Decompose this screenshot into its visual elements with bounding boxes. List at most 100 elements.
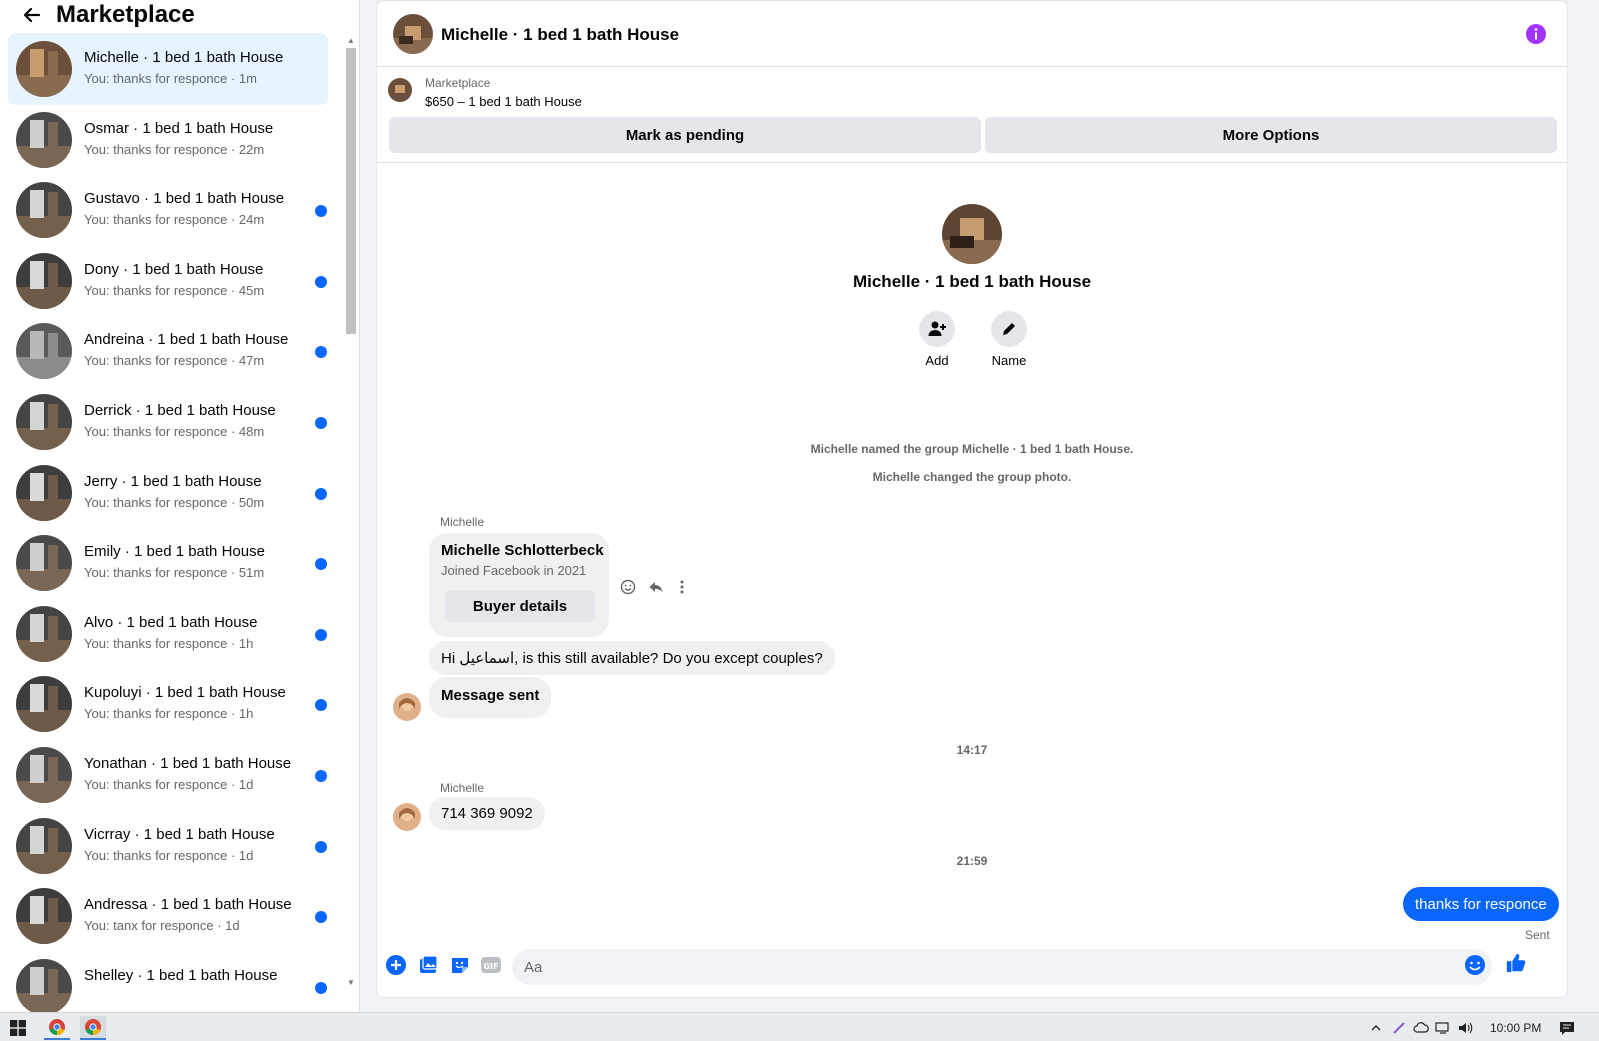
pencil-icon <box>1003 323 1015 335</box>
sticker-icon <box>452 958 468 973</box>
emoji-button[interactable] <box>1464 954 1486 976</box>
group-name: Michelle · 1 bed 1 bath House <box>852 272 1092 291</box>
more-actions-button[interactable] <box>672 577 692 597</box>
conversation-preview: You: thanks for responce · 50m <box>84 495 265 510</box>
unread-dot <box>315 629 327 641</box>
notification-icon <box>1560 1022 1574 1035</box>
conversation-item[interactable]: Emily · 1 bed 1 bath House You: thanks fo… <box>8 527 328 599</box>
photo-icon <box>420 955 438 973</box>
reply-button[interactable] <box>646 577 666 597</box>
plus-circle-icon <box>386 955 406 975</box>
message-sent-bubble[interactable]: Message sent <box>429 677 552 718</box>
taskbar-chrome-1[interactable] <box>44 1016 70 1040</box>
buyer-name[interactable]: Michelle Schlotterbeck <box>441 542 604 559</box>
message-input[interactable] <box>512 949 1492 985</box>
unread-dot <box>315 205 327 217</box>
taskbar-clock[interactable]: 10:00 PM <box>1490 1021 1541 1035</box>
network-icon[interactable] <box>1434 1016 1452 1040</box>
conversation-item[interactable]: Michelle · 1 bed 1 bath House You: thanks… <box>8 33 328 105</box>
conversation-avatar <box>16 888 72 944</box>
cloud-sync-icon[interactable] <box>1412 1016 1430 1040</box>
listing-title[interactable]: $650 – 1 bed 1 bath House <box>425 94 582 109</box>
like-button[interactable] <box>1505 952 1527 974</box>
conversation-avatar <box>16 394 72 450</box>
conversation-item[interactable]: Andreina · 1 bed 1 bath House You: thanks… <box>8 315 328 387</box>
conversation-item[interactable]: Derrick · 1 bed 1 bath House You: thanks … <box>8 386 328 458</box>
listing-thumbnail[interactable] <box>388 78 412 102</box>
message-bubble[interactable]: 714 369 9092 <box>429 797 545 830</box>
scroll-up-arrow-icon[interactable]: ▲ <box>346 36 356 46</box>
arrow-left-icon <box>23 7 41 23</box>
buyer-profile-card: Michelle Schlotterbeck Joined Facebook i… <box>429 533 609 637</box>
conversation-item[interactable]: Kupoluyi · 1 bed 1 bath House You: thanks… <box>8 668 328 740</box>
sender-avatar[interactable] <box>393 803 421 831</box>
gif-button[interactable]: GIF <box>480 954 502 976</box>
tray-expand-icon[interactable] <box>1368 1016 1384 1040</box>
conversation-preview: You: thanks for responce · 24m <box>84 212 265 227</box>
unread-dot <box>315 911 327 923</box>
more-vertical-icon <box>680 580 684 594</box>
conversation-name: Jerry · 1 bed 1 bath House <box>84 473 262 490</box>
conversation-avatar <box>16 182 72 238</box>
conversation-preview: You: thanks for responce · 47m <box>84 353 265 368</box>
add-person-icon <box>928 321 946 336</box>
taskbar-chrome-2[interactable] <box>80 1016 106 1040</box>
chat-avatar[interactable] <box>393 14 433 54</box>
conversation-item[interactable]: Gustavo · 1 bed 1 bath House You: thanks … <box>8 174 328 246</box>
own-message-bubble[interactable]: thanks for responce <box>1403 887 1559 921</box>
notifications-button[interactable] <box>1556 1016 1578 1040</box>
conversation-item[interactable]: Vicrray · 1 bed 1 bath House You: thanks … <box>8 810 328 882</box>
conversation-preview: You: thanks for responce · 1m <box>84 71 257 86</box>
name-label: Name <box>991 353 1027 368</box>
sender-avatar[interactable] <box>393 693 421 721</box>
reply-icon <box>649 582 663 593</box>
start-button[interactable] <box>6 1016 30 1040</box>
system-message: Michelle changed the group photo. <box>872 470 1072 484</box>
conversation-preview: You: thanks for responce · 22m <box>84 142 265 157</box>
scrollbar-thumb[interactable] <box>346 48 356 334</box>
conversation-item[interactable]: Alvo · 1 bed 1 bath House You: thanks for… <box>8 598 328 670</box>
message-composer: GIF <box>377 941 1567 993</box>
more-options-button[interactable]: More Options <box>985 117 1557 153</box>
conversation-name: Osmar · 1 bed 1 bath House <box>84 120 274 137</box>
conversation-preview: You: thanks for responce · 48m <box>84 424 265 439</box>
sidebar-scrollbar[interactable]: ▲ ▼ <box>344 34 358 1012</box>
pen-tray-icon[interactable] <box>1390 1016 1408 1040</box>
conversation-preview: You: thanks for responce · 45m <box>84 283 265 298</box>
mark-as-pending-button[interactable]: Mark as pending <box>389 117 981 153</box>
add-people-button[interactable]: Add <box>897 311 977 368</box>
chrome-icon <box>85 1019 101 1036</box>
sidebar-title: Marketplace <box>56 1 195 28</box>
sticker-button[interactable] <box>449 954 471 976</box>
chat-header: Michelle · 1 bed 1 bath House <box>377 1 1567 67</box>
volume-icon[interactable] <box>1456 1016 1474 1040</box>
message-status: Sent <box>1525 928 1550 942</box>
back-button[interactable] <box>14 1 50 29</box>
conversation-name: Andreina · 1 bed 1 bath House <box>84 331 289 348</box>
chat-title[interactable]: Michelle · 1 bed 1 bath House <box>441 25 679 45</box>
conversation-item[interactable]: Andressa · 1 bed 1 bath House You: tanx f… <box>8 880 328 952</box>
conversation-avatar <box>16 676 72 732</box>
attach-photo-button[interactable] <box>417 954 439 976</box>
conversation-preview: You: thanks for responce · 51m <box>84 565 265 580</box>
more-actions-composer-button[interactable] <box>385 954 407 976</box>
windows-taskbar: 10:00 PM <box>0 1012 1599 1041</box>
conversation-item[interactable]: Yonathan · 1 bed 1 bath House You: thanks… <box>8 739 328 811</box>
conversation-avatar <box>16 465 72 521</box>
scroll-down-arrow-icon[interactable]: ▼ <box>346 978 356 988</box>
conversation-avatar <box>16 959 72 1012</box>
message-bubble[interactable]: Hi اسماعيل, is this still available? Do … <box>429 641 835 675</box>
conversation-item[interactable]: Jerry · 1 bed 1 bath House You: thanks fo… <box>8 457 328 529</box>
conversation-item[interactable]: Shelley · 1 bed 1 bath House <box>8 951 328 1012</box>
conversation-item[interactable]: Dony · 1 bed 1 bath House You: thanks for… <box>8 245 328 317</box>
buyer-details-button[interactable]: Buyer details <box>445 590 595 622</box>
info-button[interactable] <box>1525 23 1547 45</box>
unread-dot <box>315 982 327 994</box>
emoji-icon <box>1465 955 1485 975</box>
conversation-name: Dony · 1 bed 1 bath House <box>84 261 264 278</box>
info-icon <box>1526 24 1546 44</box>
rename-button[interactable]: Name <box>969 311 1049 368</box>
conversation-item[interactable]: Osmar · 1 bed 1 bath House You: thanks fo… <box>8 104 328 176</box>
react-button[interactable] <box>618 577 638 597</box>
unread-dot <box>315 699 327 711</box>
